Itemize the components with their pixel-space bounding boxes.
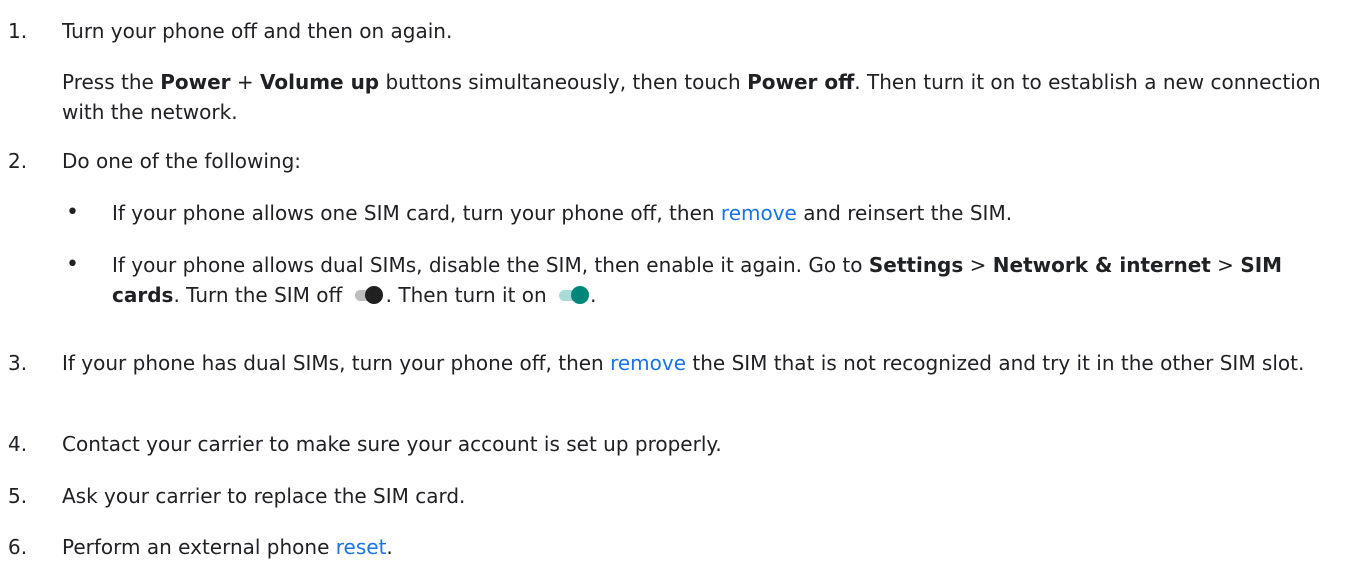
bullet-marker: • — [66, 200, 79, 225]
remove-sim-link[interactable]: remove — [721, 201, 797, 225]
step-text: If your phone has dual SIMs, turn your p… — [62, 351, 1305, 375]
toggle-on-icon — [557, 286, 590, 304]
step-text: Turn your phone off and then on again. — [62, 19, 453, 43]
step-number: 2. — [8, 149, 28, 173]
bullet-text: If your phone allows dual SIMs, disable … — [112, 253, 1283, 307]
step-text: Do one of the following: — [62, 149, 302, 173]
step-number: 3. — [8, 351, 28, 375]
bullet-marker: • — [66, 252, 79, 277]
power-off-label: Power off — [747, 70, 855, 94]
step-text: Contact your carrier to make sure your a… — [62, 432, 722, 456]
step-detail-text: Press the Power + Volume up buttons simu… — [62, 70, 1321, 124]
reset-link[interactable]: reset — [336, 535, 387, 559]
power-button-label: Power — [160, 70, 231, 94]
volume-up-button-label: Volume up — [259, 70, 380, 94]
network-internet-label: Network & internet — [992, 253, 1211, 277]
remove-sim-link[interactable]: remove — [610, 351, 686, 375]
step-text: Ask your carrier to replace the SIM card… — [62, 484, 466, 508]
toggle-off-icon — [353, 286, 385, 304]
step-text: Perform an external phone reset. — [62, 535, 393, 559]
troubleshooting-steps: 1. Turn your phone off and then on again… — [0, 0, 1363, 576]
step-number: 5. — [8, 484, 28, 508]
step-number: 4. — [8, 432, 28, 456]
bullet-text: If your phone allows one SIM card, turn … — [112, 201, 1013, 225]
step-number: 1. — [8, 19, 28, 43]
settings-label: Settings — [868, 253, 964, 277]
step-number: 6. — [8, 535, 28, 559]
